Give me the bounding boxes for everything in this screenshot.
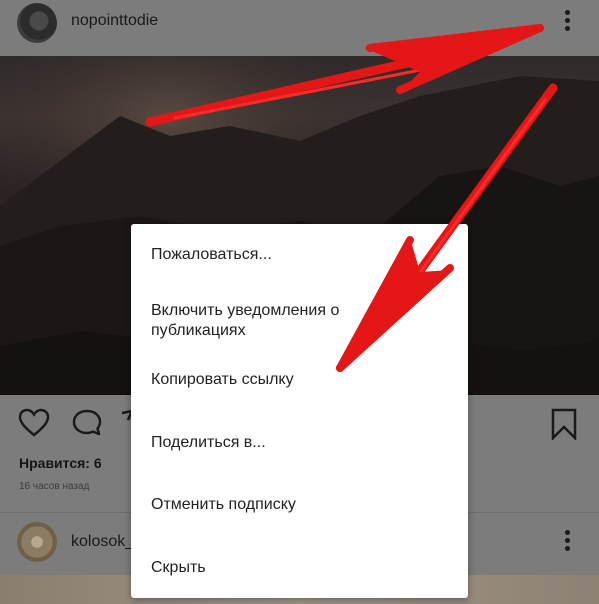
post-timestamp: 16 часов назад [19, 481, 90, 492]
menu-item-report[interactable]: Пожаловаться... [151, 245, 456, 265]
menu-item-turn-on-notifications[interactable]: Включить уведомления о публикациях [151, 301, 456, 341]
likes-count[interactable]: Нравится: 6 [19, 455, 102, 471]
post-options-menu: Пожаловаться... Включить уведомления о п… [131, 224, 468, 598]
comment-icon[interactable] [71, 408, 103, 438]
next-post-username[interactable]: kolosok_ [71, 533, 134, 551]
menu-item-hide[interactable]: Скрыть [151, 558, 456, 578]
heart-icon[interactable] [18, 408, 50, 438]
post-header: nopointtodie [0, 0, 599, 48]
menu-item-share-to[interactable]: Поделиться в... [151, 433, 456, 453]
bookmark-icon[interactable] [549, 408, 579, 440]
menu-item-copy-link[interactable]: Копировать ссылку [151, 370, 456, 390]
menu-item-label: Включить уведомления о [151, 302, 340, 319]
post-username[interactable]: nopointtodie [71, 12, 158, 30]
avatar[interactable] [17, 522, 57, 562]
menu-item-label: публикациях [151, 322, 246, 339]
menu-item-unfollow[interactable]: Отменить подписку [151, 495, 456, 515]
more-options-icon[interactable] [565, 10, 573, 36]
avatar[interactable] [17, 3, 57, 43]
more-options-icon[interactable] [565, 530, 573, 556]
